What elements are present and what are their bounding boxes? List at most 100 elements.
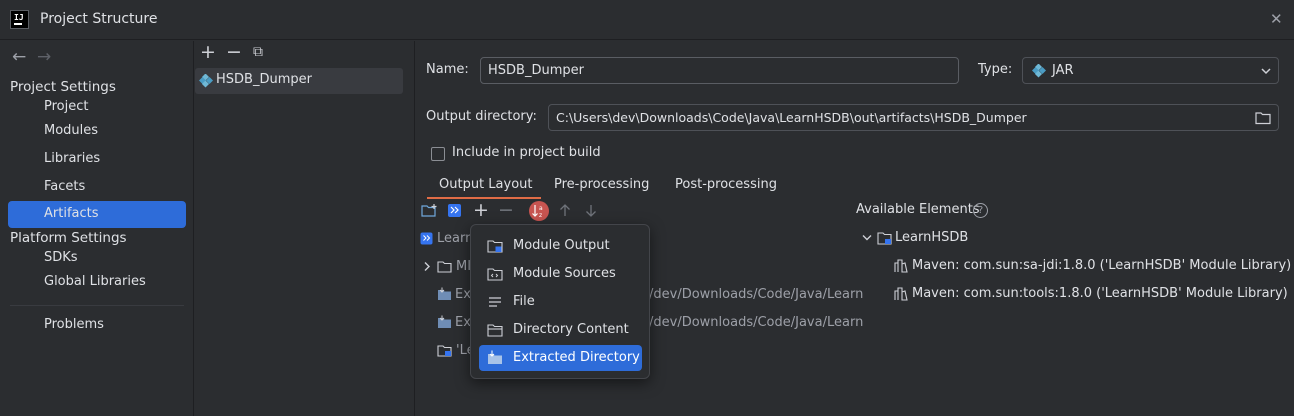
tree-row-library[interactable]: Maven: com.sun:tools:1.8.0 ('LearnHSDB' …	[893, 284, 1288, 306]
chevron-down-icon	[1261, 68, 1271, 75]
include-in-build-label: Include in project build	[452, 145, 601, 160]
menu-item-label: File	[513, 294, 535, 309]
chevron-down-icon[interactable]	[862, 234, 872, 242]
jar-artifact-icon	[199, 74, 213, 88]
tree-row-label: Maven: com.sun:sa-jdi:1.8.0 ('LearnHSDB'…	[912, 258, 1292, 273]
tree-row-library[interactable]: Maven: com.sun:sa-jdi:1.8.0 ('LearnHSDB'…	[893, 256, 1291, 278]
sidebar-item-label: Facets	[44, 179, 86, 194]
tree-row[interactable]: 'Le	[418, 340, 478, 362]
jar-icon	[420, 232, 433, 245]
menu-item-label: Directory Content	[513, 322, 629, 337]
tree-row[interactable]: Learn	[418, 228, 478, 250]
tab-label: Output Layout	[439, 177, 533, 192]
close-icon[interactable]: ✕	[1270, 10, 1283, 28]
tree-row-label: Maven: com.sun:tools:1.8.0 ('LearnHSDB' …	[912, 286, 1288, 301]
sidebar-item-global-libraries[interactable]: Global Libraries	[8, 269, 186, 296]
list-item-artifact[interactable]: HSDB_Dumper	[195, 68, 403, 94]
add-element-icon[interactable]: +	[473, 199, 489, 221]
menu-item-file[interactable]: File	[479, 289, 642, 315]
extracted-directory-icon	[488, 350, 502, 364]
menu-item-module-sources[interactable]: Module Sources	[479, 261, 642, 287]
menu-item-directory-content[interactable]: Directory Content	[479, 317, 642, 343]
forward-arrow-icon[interactable]: →	[37, 47, 51, 67]
sidebar-item-modules[interactable]: Modules	[8, 118, 186, 145]
library-icon	[894, 259, 908, 273]
svg-text:a: a	[539, 205, 543, 212]
tab-label: Post-processing	[675, 177, 777, 192]
intellij-logo-icon: IJ	[10, 10, 29, 29]
sidebar-item-sdks[interactable]: SDKs	[8, 245, 186, 272]
settings-sidebar: ← → Project Settings Project Modules Lib…	[0, 41, 194, 416]
chevron-right-icon[interactable]	[423, 261, 431, 272]
folder-icon	[437, 261, 452, 273]
library-icon	[894, 287, 908, 301]
add-artifact-icon[interactable]: +	[200, 41, 216, 63]
menu-item-label: Module Output	[513, 238, 610, 253]
sidebar-divider	[10, 305, 184, 306]
extracted-directory-icon	[438, 315, 451, 328]
output-directory-field[interactable]: C:\Users\dev\Downloads\Code\Java\LearnHS…	[548, 104, 1279, 131]
tree-row-label: MI	[456, 259, 472, 274]
jar-icon	[1032, 64, 1046, 78]
type-dropdown[interactable]: JAR	[1022, 57, 1279, 84]
add-archive-icon[interactable]	[447, 203, 462, 218]
remove-artifact-icon[interactable]: −	[226, 41, 242, 63]
module-sources-icon	[487, 268, 503, 281]
back-arrow-icon[interactable]: ←	[12, 47, 26, 67]
name-label: Name:	[426, 62, 469, 77]
sidebar-item-artifacts[interactable]: Artifacts	[8, 201, 186, 228]
move-up-icon[interactable]	[558, 203, 572, 218]
type-value: JAR	[1052, 63, 1074, 78]
sidebar-item-label: SDKs	[44, 250, 78, 265]
available-elements-header: Available Elements	[856, 202, 980, 217]
add-element-menu: Module Output Module Sources File Direct…	[470, 224, 650, 379]
file-icon	[489, 297, 501, 307]
sidebar-item-label: Problems	[44, 317, 104, 332]
menu-item-label: Module Sources	[513, 266, 616, 281]
svg-text:z: z	[539, 212, 542, 219]
tree-row-label: Ex	[455, 287, 471, 302]
menu-item-extracted-directory[interactable]: Extracted Directory	[479, 345, 642, 371]
copy-artifact-icon[interactable]: ⧉	[253, 44, 263, 60]
help-glyph: ?	[977, 205, 984, 216]
output-directory-label: Output directory:	[426, 109, 537, 124]
tree-row-learnhsdb[interactable]: LearnHSDB	[858, 228, 1278, 250]
directory-content-icon	[487, 324, 503, 337]
menu-item-module-output[interactable]: Module Output	[479, 233, 642, 259]
tree-row-label: Ex	[455, 315, 471, 330]
tree-row-label: Learn	[437, 231, 474, 246]
sidebar-item-libraries[interactable]: Libraries	[8, 146, 186, 173]
tree-row-path: /dev/Downloads/Code/Java/Learn	[649, 315, 864, 330]
tab-output-layout[interactable]: Output Layout	[427, 170, 541, 199]
menu-item-label: Extracted Directory	[513, 350, 640, 365]
sidebar-item-project[interactable]: Project	[8, 94, 186, 121]
sidebar-item-label: Artifacts	[44, 206, 99, 221]
move-down-icon[interactable]	[584, 203, 598, 218]
sort-elements-icon[interactable]: a z	[529, 201, 549, 221]
name-field-value: HSDB_Dumper	[488, 63, 584, 78]
title-bar: IJ Project Structure ✕	[0, 0, 1294, 40]
tree-row-path: /dev/Downloads/Code/Java/Learn	[649, 287, 864, 302]
remove-element-icon[interactable]: −	[498, 199, 514, 221]
tree-row[interactable]: MI	[418, 256, 478, 278]
tab-pre-processing[interactable]: Pre-processing	[544, 170, 659, 199]
sidebar-item-problems[interactable]: Problems	[8, 312, 186, 339]
module-output-icon	[487, 240, 503, 253]
extracted-directory-icon	[438, 287, 451, 300]
help-icon[interactable]: ?	[973, 203, 988, 218]
sidebar-item-label: Project	[44, 99, 89, 114]
module-output-icon	[437, 345, 452, 357]
module-folder-icon	[877, 232, 892, 245]
create-directory-icon[interactable]	[421, 203, 438, 219]
sidebar-item-label: Modules	[44, 123, 99, 138]
include-in-build-checkbox[interactable]	[431, 147, 445, 161]
tab-post-processing[interactable]: Post-processing	[665, 170, 790, 199]
output-directory-value: C:\Users\dev\Downloads\Code\Java\LearnHS…	[556, 110, 1027, 125]
artifact-name: HSDB_Dumper	[216, 72, 312, 87]
sidebar-item-facets[interactable]: Facets	[8, 174, 186, 201]
sidebar-item-label: Global Libraries	[44, 274, 146, 289]
browse-folder-icon[interactable]	[1255, 111, 1271, 125]
platform-settings-header: Platform Settings	[10, 230, 127, 246]
name-field[interactable]: HSDB_Dumper	[480, 57, 959, 84]
window-title: Project Structure	[40, 11, 158, 27]
